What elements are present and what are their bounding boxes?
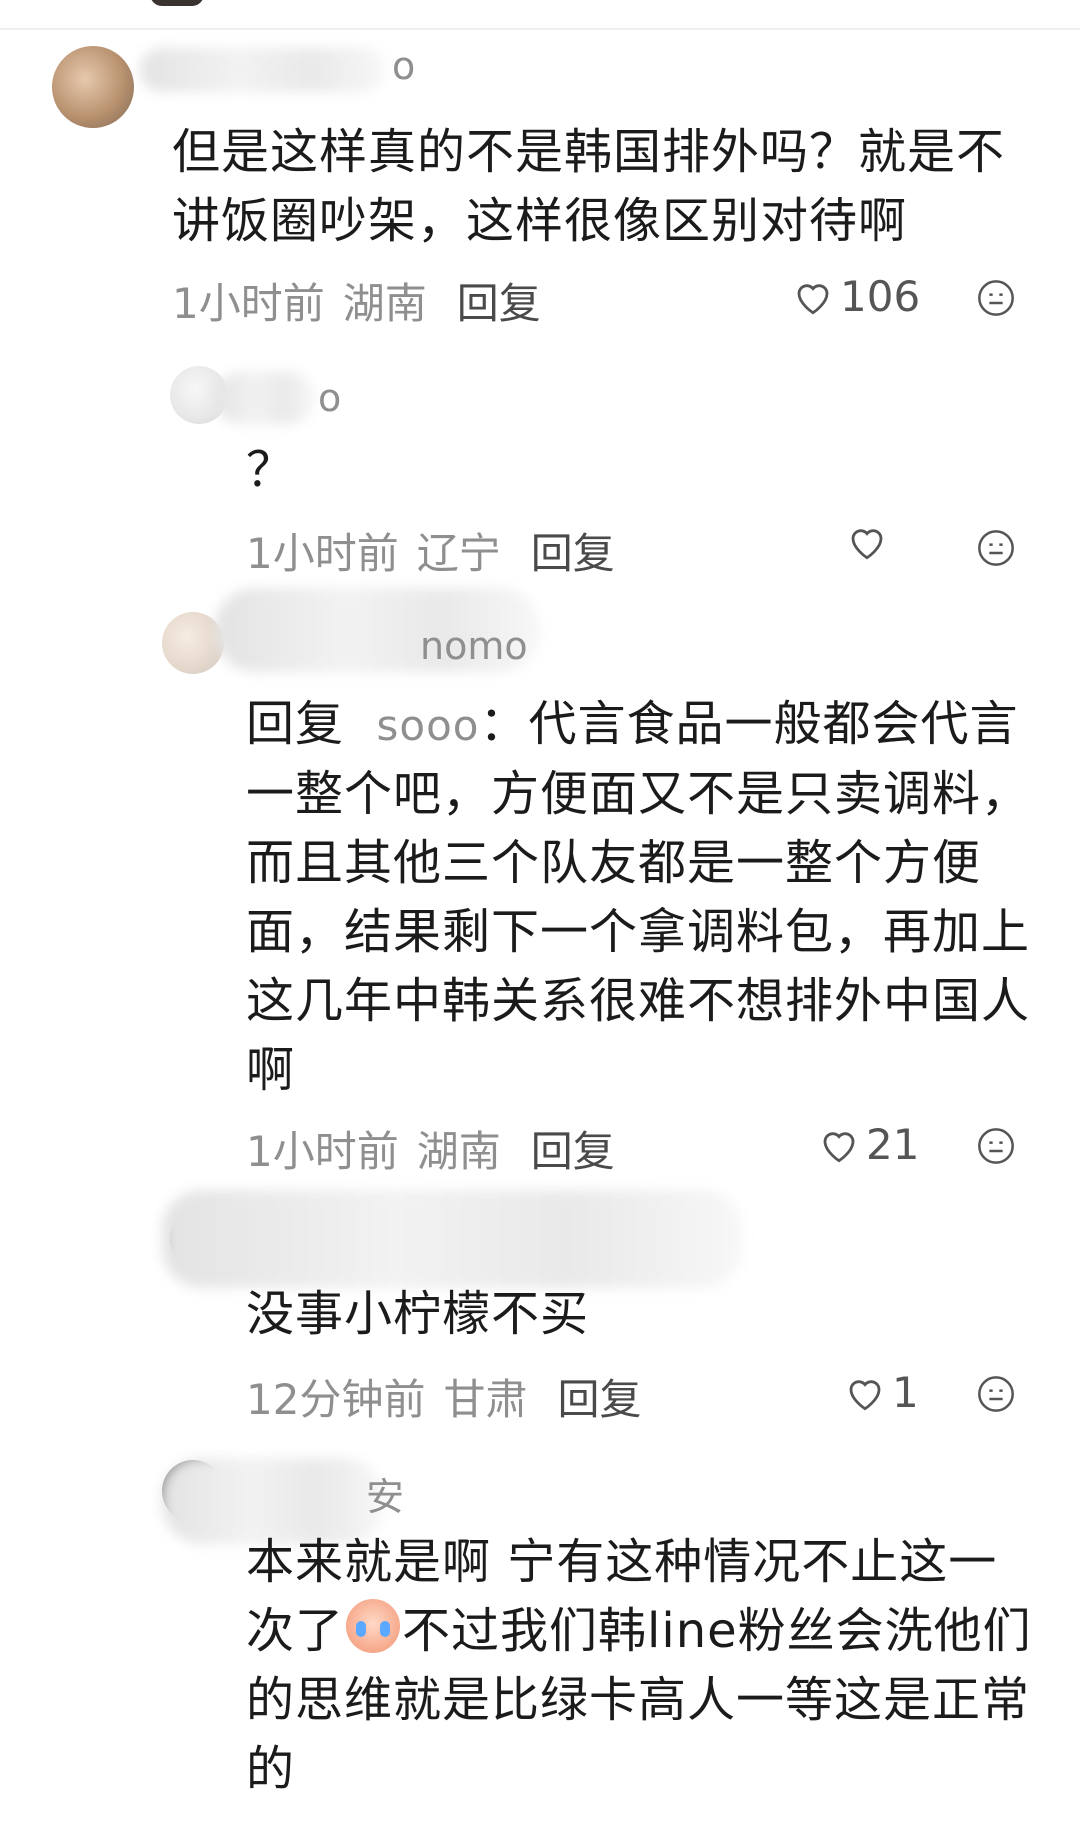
like-count: 21 [866, 1120, 920, 1169]
reply-target-username[interactable]: sooo [377, 701, 480, 750]
top-divider [0, 28, 1080, 30]
comment-location: 湖南 [342, 279, 427, 328]
like-count: 1 [892, 1368, 919, 1417]
comment-text: 但是这样真的不是韩国排外吗？就是不讲饭圈吵架，这样很像区别对待啊 [172, 124, 1006, 249]
username[interactable]: nomo [420, 624, 528, 668]
comment-body: ：代言食品一般都会代言一整个吧，方便面又不是只卖调料，而且其他三个队友都是一整个… [246, 696, 1031, 1098]
emoji-reaction-icon[interactable] [976, 1374, 1016, 1414]
like-button[interactable] [846, 522, 894, 562]
reply-prefix: 回复 [246, 696, 345, 752]
like-button[interactable]: 106 [792, 272, 920, 321]
reply-button[interactable]: 回复 [531, 520, 615, 581]
comment-meta: 1小时前 湖南 回复 [172, 270, 541, 331]
heart-icon [849, 1379, 881, 1410]
comment-location: 辽宁 [416, 529, 501, 578]
comment-text: 本来就是啊 宁有这种情况不止这一次了 不过我们韩line粉丝会洗他们的思维就是比绿… [246, 1528, 1042, 1804]
heart-icon [797, 283, 829, 314]
comment-time: 12分钟前 [246, 1375, 426, 1424]
heart-icon [823, 1131, 855, 1162]
comment-location: 甘肃 [443, 1375, 528, 1424]
username[interactable]: o [392, 44, 415, 88]
comment-meta: 1小时前 辽宁 回复 [246, 520, 615, 581]
avatar[interactable] [52, 46, 134, 128]
crying-emoji-icon [346, 1599, 401, 1653]
comment-time: 1小时前 [246, 529, 399, 578]
username-blur [162, 1190, 742, 1288]
comment-text: 回复 sooo：代言食品一般都会代言一整个吧，方便面又不是只卖调料，而且其他三个… [246, 690, 1036, 1105]
heart-icon [851, 529, 883, 560]
emoji-reaction-icon[interactable] [976, 528, 1016, 568]
comment-meta: 1小时前 湖南 回复 [246, 1118, 615, 1179]
like-button[interactable]: 21 [818, 1120, 919, 1169]
comment-time: 1小时前 [246, 1127, 399, 1176]
comment-text: 没事小柠檬不买 [246, 1286, 590, 1342]
emoji-reaction-icon[interactable] [976, 1126, 1016, 1166]
reply-button[interactable]: 回复 [457, 270, 541, 331]
comment-meta: 12分钟前 甘肃 回复 [246, 1366, 641, 1427]
reply-button[interactable]: 回复 [531, 1118, 615, 1179]
username[interactable]: 安 [366, 1466, 404, 1521]
username[interactable]: o [318, 376, 341, 420]
like-count: 106 [840, 272, 921, 321]
previous-avatar-edge [150, 0, 204, 6]
username-blur [215, 372, 315, 424]
comment-location: 湖南 [416, 1127, 501, 1176]
reply-button[interactable]: 回复 [557, 1366, 641, 1427]
emoji-reaction-icon[interactable] [976, 278, 1016, 318]
username-blur [140, 48, 385, 92]
comment-text: ？ [246, 442, 296, 498]
like-button[interactable]: 1 [844, 1368, 919, 1417]
comment-time: 1小时前 [172, 279, 325, 328]
